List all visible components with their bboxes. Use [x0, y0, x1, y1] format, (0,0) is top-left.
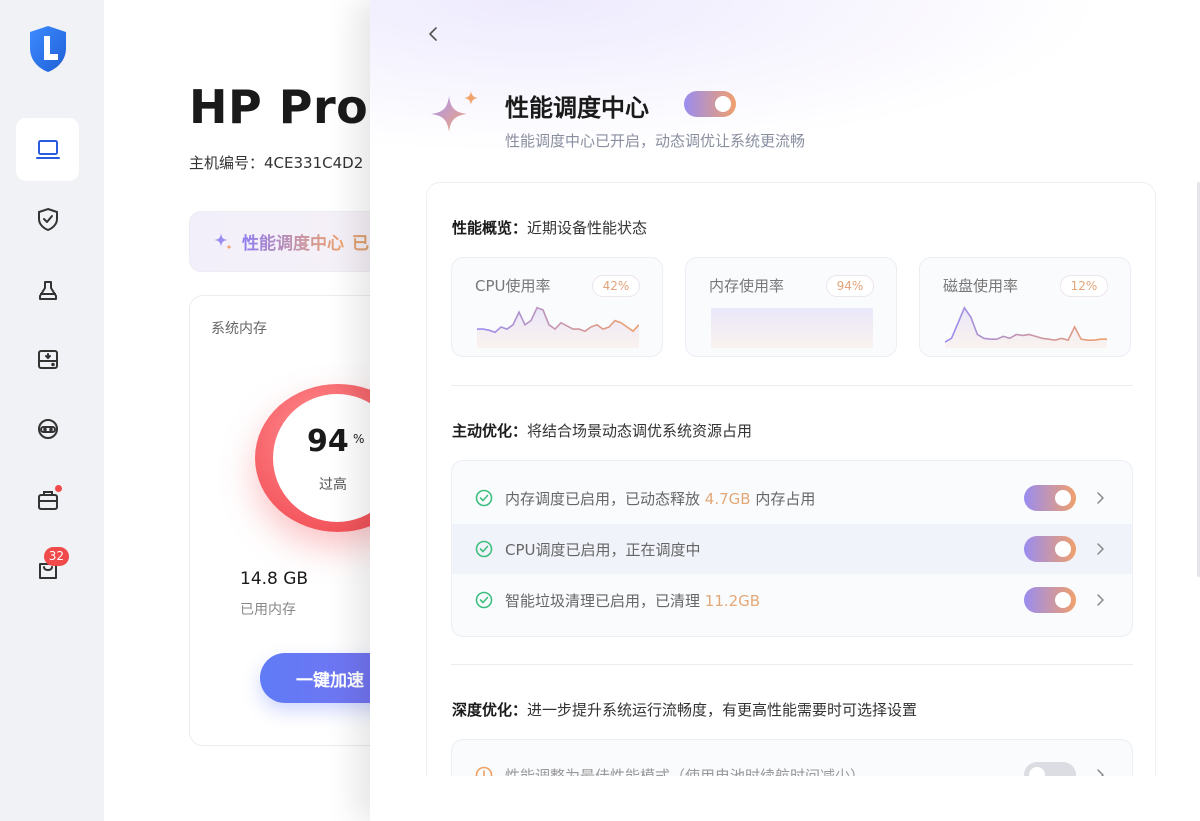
option-text: 智能垃圾清理已启用，已清理 11.2GB — [505, 590, 760, 611]
sidebar-item-cleanup[interactable] — [16, 258, 79, 321]
overview-title: 性能概览： — [452, 219, 528, 237]
panel-subtitle: 性能调度中心已开启，动态调优让系统更流畅 — [505, 132, 806, 150]
divider — [451, 664, 1133, 665]
metric-memory: 内存使用率 94% — [685, 257, 897, 357]
option-cpu-sched[interactable]: CPU调度已启用，正在调度中 — [452, 524, 1132, 574]
sparkline-area — [711, 308, 873, 348]
option-text-pre: CPU调度已启用，正在调度中 — [505, 541, 701, 559]
option-text-post: 内存占用 — [750, 490, 816, 508]
memory-percent-unit: % — [353, 432, 365, 446]
sidebar-item-drive[interactable] — [16, 327, 79, 390]
device-serial: 主机编号：4CE331C4D2 — [189, 154, 364, 172]
memory-status: 过高 — [319, 477, 347, 493]
option-text: 内存调度已启用，已动态释放 4.7GB 内存占用 — [505, 488, 815, 509]
sidebar-item-device[interactable] — [16, 118, 79, 181]
perf-center-toggle[interactable] — [684, 91, 736, 117]
perf-center-panel: 性能调度中心 性能调度中心已开启，动态调优让系统更流畅 性能概览：近期设备性能状… — [370, 0, 1200, 821]
divider — [451, 385, 1133, 386]
check-circle-icon — [475, 591, 493, 609]
memory-sparkline — [711, 307, 873, 348]
option-text: CPU调度已启用，正在调度中 — [505, 539, 701, 560]
headset-icon — [37, 418, 58, 439]
back-chevron-icon[interactable] — [422, 22, 446, 46]
panel-glow — [370, 0, 1200, 180]
option-text-pre: 内存调度已启用，已动态释放 — [505, 490, 705, 508]
option-value: 4.7GB — [704, 490, 751, 508]
metric-label: 内存使用率 — [709, 277, 785, 295]
memory-label: 系统内存 — [211, 321, 267, 337]
used-memory-label: 已用内存 — [240, 602, 296, 618]
sidebar-item-support[interactable] — [16, 397, 79, 460]
drive-icon — [37, 349, 58, 369]
option-value: 11.2GB — [704, 592, 761, 610]
option-memory-sched[interactable]: 内存调度已启用，已动态释放 4.7GB 内存占用 — [452, 473, 1132, 523]
broom-icon — [38, 280, 57, 300]
cpu-sparkline — [477, 306, 639, 348]
sidebar-item-toolbox[interactable] — [16, 468, 79, 531]
memory-sched-toggle[interactable] — [1024, 485, 1076, 511]
chevron-right-icon[interactable] — [1092, 591, 1108, 609]
metric-value: 94% — [826, 275, 874, 297]
deep-desc: 进一步提升系统运行流畅度，有更高性能需要时可选择设置 — [527, 701, 918, 719]
logo-icon — [30, 26, 66, 72]
content-card: 性能概览：近期设备性能状态 CPU使用率 42% 内存使用率 94% 磁盘使用率… — [426, 182, 1156, 821]
used-memory-value: 14.8 GB — [240, 569, 309, 589]
disk-sparkline — [945, 306, 1107, 348]
chevron-right-icon[interactable] — [1092, 489, 1108, 507]
option-text-pre: 智能垃圾清理已启用，已清理 — [505, 592, 705, 610]
sparkle-icon — [214, 232, 232, 250]
sidebar-item-store[interactable]: 32 — [16, 537, 79, 600]
cpu-sched-toggle[interactable] — [1024, 536, 1076, 562]
metric-label: 磁盘使用率 — [943, 277, 1019, 295]
metric-value: 42% — [592, 275, 640, 297]
sidebar-item-security[interactable] — [16, 187, 79, 250]
metric-disk: 磁盘使用率 12% — [919, 257, 1131, 357]
banner-tail: 已 — [352, 234, 369, 254]
option-junk-clean[interactable]: 智能垃圾清理已启用，已清理 11.2GB — [452, 575, 1132, 625]
notification-dot — [55, 485, 62, 492]
check-circle-icon — [475, 489, 493, 507]
device-title: HP Pro — [189, 80, 369, 134]
junk-clean-toggle[interactable] — [1024, 587, 1076, 613]
sidebar: 32 — [0, 0, 104, 821]
laptop-icon — [35, 139, 60, 159]
overview-heading: 性能概览：近期设备性能状态 — [452, 217, 647, 238]
notification-badge: 32 — [43, 547, 69, 566]
banner-label: 性能调度中心 — [242, 229, 344, 254]
sparkle-icon — [431, 91, 478, 132]
panel-title: 性能调度中心 — [505, 94, 649, 122]
active-desc: 将结合场景动态调优系统资源占用 — [527, 422, 753, 440]
memory-percent: 94 — [307, 424, 349, 459]
metric-label: CPU使用率 — [475, 277, 551, 295]
metric-cpu: CPU使用率 42% — [451, 257, 663, 357]
chevron-right-icon[interactable] — [1092, 540, 1108, 558]
active-options: 内存调度已启用，已动态释放 4.7GB 内存占用 CPU调度已启用，正在调度中 … — [451, 460, 1133, 637]
metric-value: 12% — [1060, 275, 1108, 297]
active-heading: 主动优化：将结合场景动态调优系统资源占用 — [452, 420, 752, 441]
panel-footer — [370, 776, 1200, 821]
check-circle-icon — [475, 540, 493, 558]
overview-desc: 近期设备性能状态 — [527, 219, 648, 237]
shield-check-icon — [37, 207, 58, 231]
deep-title: 深度优化： — [452, 701, 528, 719]
active-title: 主动优化： — [452, 422, 528, 440]
deep-heading: 深度优化：进一步提升系统运行流畅度，有更高性能需要时可选择设置 — [452, 699, 917, 720]
